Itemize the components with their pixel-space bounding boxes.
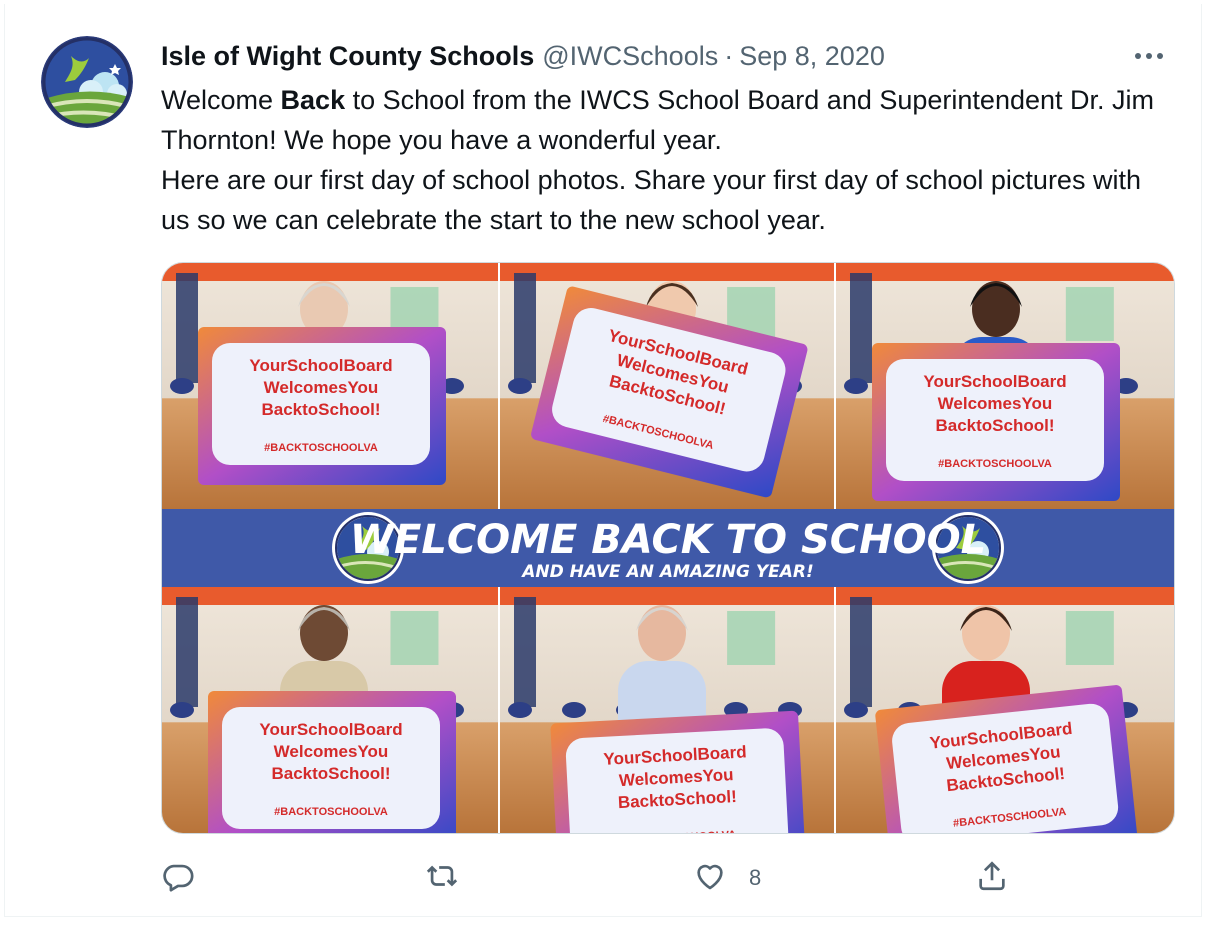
window [390,611,439,665]
reply-icon[interactable] [161,859,195,898]
photo-tile: YourSchoolBoard WelcomesYou BacktoSchool! #… [162,587,498,833]
column [176,597,198,707]
text-bold: Back [280,85,346,115]
photo-tile: YourSchoolBoardWelcomesYouBacktoSchool!#… [500,587,834,833]
photo-tile: YourSchoolBoardWelcomesYouBacktoSchool!#… [836,587,1174,833]
person-head [300,605,348,661]
sign-hashtag: #BACKTOSCHOOLVA [274,806,388,818]
tweet-actions: 8 [161,854,1041,902]
tweet-paragraph-1: Welcome Back to School from the IWCS Sch… [161,80,1171,160]
welcome-sign: YourSchoolBoardWelcomesYouBacktoSchool!#… [550,710,806,833]
tile-divider [498,263,500,509]
welcome-sign: YourSchoolBoard WelcomesYou BacktoSchool! #… [198,327,446,485]
welcome-sign: YourSchoolBoard WelcomesYou BacktoSchool! #… [872,343,1120,501]
tile-divider [834,263,836,509]
user-handle[interactable]: @IWCSchools [542,41,718,72]
photo-collage: YourSchoolBoard WelcomesYou BacktoSchool! #… [162,263,1174,833]
chair [844,702,868,718]
banner-title: WELCOME BACK TO SCHOOL [350,517,986,563]
window [1065,611,1114,665]
avatar[interactable] [41,36,133,128]
tile-divider [834,587,836,833]
tweet-date[interactable]: Sep 8, 2020 [739,41,885,72]
ceiling-stripe [500,263,834,281]
tweet-card[interactable]: Isle of Wight County Schools @IWCSchools… [4,4,1202,917]
person-head [638,605,686,661]
chair [508,702,532,718]
sign-text: BacktoSchool! [935,416,1054,435]
tweet-photo[interactable]: YourSchoolBoard WelcomesYou BacktoSchool! #… [161,262,1175,834]
column [850,273,872,383]
chair [508,378,532,394]
tile-divider [498,587,500,833]
column [514,273,536,383]
retweet-icon[interactable] [425,859,459,898]
sign-text: YourSchoolBoard [259,720,402,739]
display-name[interactable]: Isle of Wight County Schools [161,41,534,72]
column [850,597,872,707]
sign-text: YourSchoolBoard [923,372,1066,391]
person-head [972,281,1020,337]
separator: · [724,40,734,71]
chair [170,702,194,718]
column [514,597,536,707]
photo-tile: YourSchoolBoard WelcomesYou BacktoSchool! #… [836,263,1174,509]
like-icon[interactable] [693,859,727,898]
tweet-text: Welcome Back to School from the IWCS Sch… [161,80,1171,240]
window [1065,287,1114,341]
sign-text: BacktoSchool! [271,764,390,783]
ceiling-stripe [500,587,834,605]
welcome-sign: YourSchoolBoard WelcomesYou BacktoSchool! #… [208,691,456,833]
sign-text: BacktoSchool! [261,400,380,419]
welcome-sign: YourSchoolBoardWelcomesYouBacktoSchool!#… [875,685,1138,833]
sign-hashtag: #BACKTOSCHOOLVA [264,442,378,454]
ceiling-stripe [836,263,1174,281]
chair [844,378,868,394]
person-head [962,605,1010,661]
tweet-paragraph-2: Here are our first day of school photos.… [161,165,1141,235]
like-count: 8 [749,865,762,890]
tweet-header: Isle of Wight County Schools @IWCSchools… [161,36,885,76]
share-icon[interactable] [975,859,1009,898]
ceiling-stripe [162,587,498,605]
chair [562,702,586,718]
banner-subtitle: AND HAVE AN AMAZING YEAR! [520,562,814,582]
sign-hashtag: #BACKTOSCHOOLVA [938,458,1052,470]
sign-text: WelcomesYou [274,742,389,761]
ceiling-stripe [836,587,1174,605]
more-options-icon[interactable] [1129,40,1169,72]
retweet-button[interactable] [425,854,459,902]
photo-tile: YourSchoolBoardWelcomesYouBacktoSchool!#… [500,263,834,509]
chair [170,378,194,394]
ceiling-stripe [162,263,498,281]
sign-text: WelcomesYou [938,394,1053,413]
sign-text: YourSchoolBoard [249,356,392,375]
photo-tile: YourSchoolBoard WelcomesYou BacktoSchool! #… [162,263,498,509]
column [176,273,198,383]
sign-text: WelcomesYou [264,378,379,397]
window [727,611,776,665]
like-button[interactable]: 8 [693,854,761,902]
text-span: Welcome [161,85,281,115]
share-button[interactable] [975,854,1009,902]
reply-button[interactable] [161,854,195,902]
